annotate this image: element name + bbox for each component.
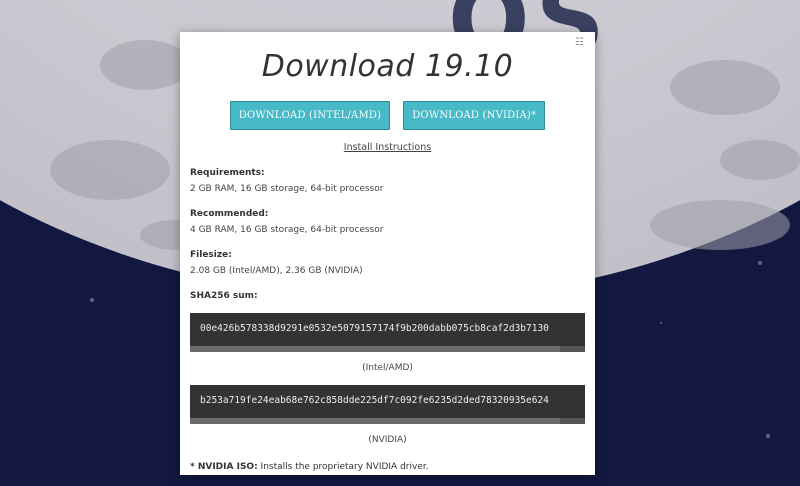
star-icon: [758, 261, 762, 265]
sha-label: SHA256 sum:: [190, 291, 258, 301]
star-icon: [766, 434, 770, 438]
sha-intel-caption: (Intel/AMD): [362, 363, 413, 373]
modal-title: Download 19.10: [261, 49, 514, 84]
recommended-value: 4 GB RAM, 16 GB storage, 64-bit processo…: [190, 225, 384, 235]
sha-nvidia-caption: (NVIDIA): [368, 435, 407, 445]
star-icon: [660, 322, 662, 324]
sha-intel-box[interactable]: 00e426b578338d9291e0532e5079157174f9b200…: [190, 313, 585, 352]
requirements-section: Requirements: 2 GB RAM, 16 GB storage, 6…: [190, 168, 595, 194]
close-icon[interactable]: ☷: [575, 38, 585, 48]
recommended-section: Recommended: 4 GB RAM, 16 GB storage, 64…: [190, 209, 595, 235]
scroll-thumb[interactable]: [190, 418, 560, 424]
filesize-value: 2.08 GB (Intel/AMD), 2.36 GB (NVIDIA): [190, 266, 363, 276]
nvidia-note-prefix: * NVIDIA ISO:: [190, 462, 258, 472]
star-icon: [90, 298, 94, 302]
sha-section: SHA256 sum:: [190, 291, 595, 301]
download-intel-button[interactable]: DOWNLOAD (INTEL/AMD): [229, 101, 391, 130]
filesize-label: Filesize:: [190, 250, 232, 260]
requirements-label: Requirements:: [190, 168, 265, 178]
sha-intel-hash[interactable]: 00e426b578338d9291e0532e5079157174f9b200…: [200, 323, 549, 334]
download-modal: ☷ Download 19.10 DOWNLOAD (INTEL/AMD) DO…: [180, 32, 595, 475]
nvidia-note: * NVIDIA ISO: Installs the proprietary N…: [190, 462, 595, 472]
sha-nvidia-hash[interactable]: b253a719fe24eab68e762c858dde225df7c092fe…: [200, 395, 549, 406]
sha-nvidia-box[interactable]: b253a719fe24eab68e762c858dde225df7c092fe…: [190, 385, 585, 424]
download-nvidia-button[interactable]: DOWNLOAD (NVIDIA)*: [403, 101, 546, 130]
sha-nvidia-scrollbar[interactable]: [190, 418, 585, 424]
requirements-value: 2 GB RAM, 16 GB storage, 64-bit processo…: [190, 184, 384, 194]
install-instructions-link[interactable]: Install Instructions: [180, 142, 595, 153]
download-buttons: DOWNLOAD (INTEL/AMD) DOWNLOAD (NVIDIA)*: [180, 101, 595, 130]
sha-intel-scrollbar[interactable]: [190, 346, 585, 352]
recommended-label: Recommended:: [190, 209, 269, 219]
filesize-section: Filesize: 2.08 GB (Intel/AMD), 2.36 GB (…: [190, 250, 595, 276]
scroll-thumb[interactable]: [190, 346, 560, 352]
nvidia-note-text: Installs the proprietary NVIDIA driver.: [257, 462, 429, 472]
